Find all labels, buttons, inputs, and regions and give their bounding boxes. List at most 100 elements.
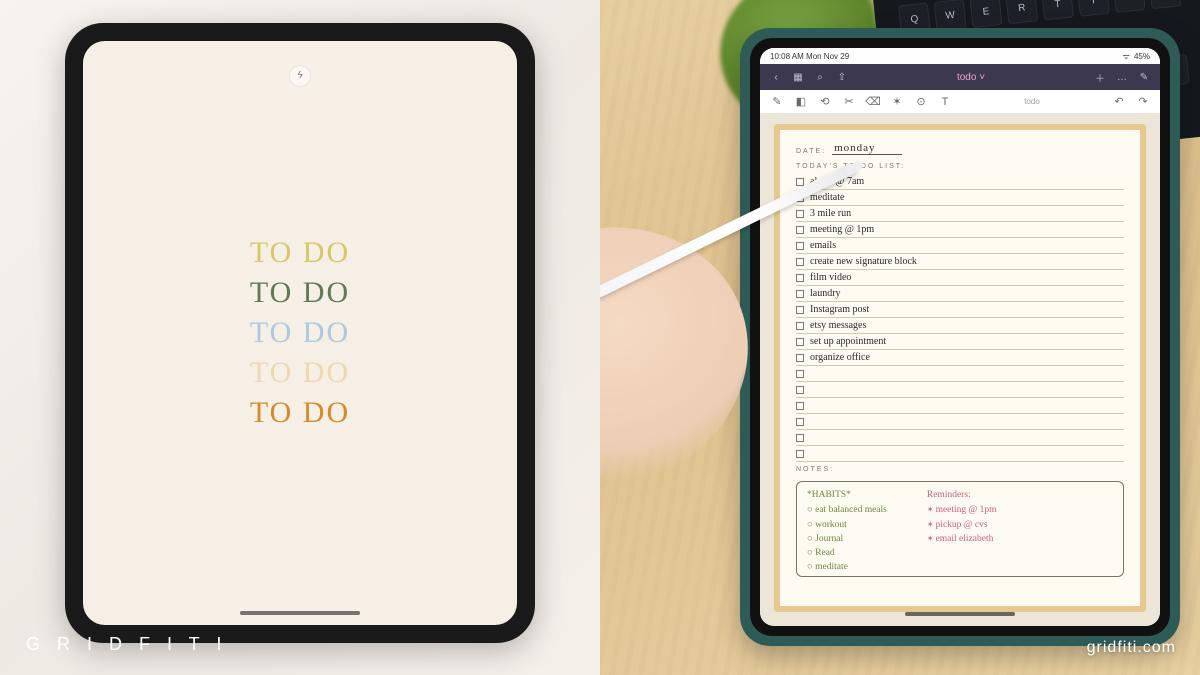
todo-cover-title: TO DO TO DO TO DO TO DO TO DO: [250, 236, 350, 430]
list-item[interactable]: laundry: [796, 286, 1124, 302]
checkbox-icon[interactable]: [796, 402, 804, 410]
reminder-item: meeting @ 1pm: [927, 503, 997, 517]
list-item[interactable]: meeting @ 1pm: [796, 222, 1124, 238]
key: T: [1041, 0, 1074, 21]
planner-page[interactable]: DATE: monday TODAY'S TO DO LIST: alarm @…: [774, 124, 1146, 612]
tab-label[interactable]: todo: [962, 97, 1102, 106]
habit-item: workout: [807, 518, 887, 532]
list-item[interactable]: [796, 398, 1124, 414]
item-text: etsy messages: [810, 321, 866, 331]
key: [1149, 0, 1182, 9]
list-item[interactable]: [796, 382, 1124, 398]
todo-line-5: TO DO: [250, 396, 350, 430]
checkbox-icon[interactable]: [796, 450, 804, 458]
list-item[interactable]: create new signature block: [796, 254, 1124, 270]
checkbox-icon[interactable]: [796, 290, 804, 298]
list-item[interactable]: set up appointment: [796, 334, 1124, 350]
back-icon[interactable]: ‹: [770, 71, 782, 83]
checkbox-icon[interactable]: [796, 274, 804, 282]
list-item[interactable]: [796, 430, 1124, 446]
search-icon[interactable]: ⌕: [814, 71, 826, 83]
ipad-bezel: 10:08 AM Mon Nov 29 ᯤ 45% ‹ ▦ ⌕ ⇧ todo ˅…: [750, 38, 1170, 636]
habit-item: eat balanced meals: [807, 503, 887, 517]
thumbnails-icon[interactable]: ▦: [792, 71, 804, 83]
document-title[interactable]: todo ˅: [858, 72, 1084, 83]
todo-line-3: TO DO: [250, 316, 350, 350]
checkbox-icon[interactable]: [796, 354, 804, 362]
ipad-right-screen: 10:08 AM Mon Nov 29 ᯤ 45% ‹ ▦ ⌕ ⇧ todo ˅…: [760, 48, 1160, 626]
home-indicator[interactable]: [905, 612, 1015, 616]
reminders-title: Reminders:: [927, 488, 997, 502]
key: [1113, 0, 1146, 13]
left-photo-panel: ϟ TO DO TO DO TO DO TO DO TO DO G R I D …: [0, 0, 600, 675]
redo-icon[interactable]: ↷: [1136, 95, 1150, 109]
item-text: meeting @ 1pm: [810, 225, 874, 235]
key: E: [970, 0, 1003, 28]
checkbox-icon[interactable]: [796, 178, 804, 186]
checkbox-icon[interactable]: [796, 434, 804, 442]
list-item[interactable]: Instagram post: [796, 302, 1124, 318]
add-page-icon[interactable]: ＋: [1094, 71, 1106, 83]
text-tool-icon[interactable]: T: [938, 95, 952, 109]
todo-line-4: TO DO: [250, 356, 350, 390]
checkbox-icon[interactable]: [796, 210, 804, 218]
shape-tool-icon[interactable]: ✂: [842, 95, 856, 109]
eraser-tool-icon[interactable]: ◧: [794, 95, 808, 109]
notes-box[interactable]: *HABITS* eat balanced meals workout Jour…: [796, 481, 1124, 577]
canvas-area[interactable]: DATE: monday TODAY'S TO DO LIST: alarm @…: [760, 114, 1160, 626]
notes-heading: NOTES:: [796, 466, 1124, 473]
list-item[interactable]: [796, 366, 1124, 382]
lasso-tool-icon[interactable]: ⌫: [866, 95, 880, 109]
more-icon[interactable]: …: [1116, 71, 1128, 83]
habits-title: *HABITS*: [807, 488, 887, 502]
home-indicator[interactable]: [240, 611, 360, 615]
checkbox-icon[interactable]: [796, 370, 804, 378]
checkbox-icon[interactable]: [796, 322, 804, 330]
right-photo-panel: Q W E R T Y A S D F G H 10:08 AM Mon Nov…: [600, 0, 1200, 675]
item-text: laundry: [810, 289, 841, 299]
list-item[interactable]: 3 mile run: [796, 206, 1124, 222]
habits-column: *HABITS* eat balanced meals workout Jour…: [807, 488, 887, 572]
habit-item: Read: [807, 546, 887, 560]
checkbox-icon[interactable]: [796, 226, 804, 234]
checkbox-icon[interactable]: [796, 386, 804, 394]
list-item[interactable]: etsy messages: [796, 318, 1124, 334]
date-value[interactable]: monday: [832, 142, 902, 155]
edit-mode-icon[interactable]: ✎: [1138, 71, 1150, 83]
habit-item: Journal: [807, 532, 887, 546]
battery-label: 45%: [1134, 52, 1150, 61]
list-item[interactable]: meditate: [796, 190, 1124, 206]
image-tool-icon[interactable]: ⊙: [914, 95, 928, 109]
list-item[interactable]: organize office: [796, 350, 1124, 366]
checkbox-icon[interactable]: [796, 258, 804, 266]
item-text: film video: [810, 273, 851, 283]
item-text: emails: [810, 241, 836, 251]
checkbox-icon[interactable]: [796, 338, 804, 346]
elements-tool-icon[interactable]: ✶: [890, 95, 904, 109]
reminders-column: Reminders: meeting @ 1pm pickup @ cvs em…: [927, 488, 997, 572]
ipad-device-right: 10:08 AM Mon Nov 29 ᯤ 45% ‹ ▦ ⌕ ⇧ todo ˅…: [740, 28, 1180, 646]
ipad-left-screen[interactable]: ϟ TO DO TO DO TO DO TO DO TO DO: [83, 41, 517, 625]
goodnotes-toolbar: ✎ ◧ ⟲ ✂ ⌫ ✶ ⊙ T todo ↶ ↷: [760, 90, 1160, 114]
list-item[interactable]: emails: [796, 238, 1124, 254]
todo-line-1: TO DO: [250, 236, 350, 270]
ipad-device-left: ϟ TO DO TO DO TO DO TO DO TO DO: [65, 23, 535, 643]
ios-status-bar: 10:08 AM Mon Nov 29 ᯤ 45%: [760, 48, 1160, 64]
highlighter-tool-icon[interactable]: ⟲: [818, 95, 832, 109]
list-item[interactable]: film video: [796, 270, 1124, 286]
item-text: set up appointment: [810, 337, 886, 347]
checkbox-icon[interactable]: [796, 418, 804, 426]
pen-tool-icon[interactable]: ✎: [770, 95, 784, 109]
undo-icon[interactable]: ↶: [1112, 95, 1126, 109]
date-row: DATE: monday: [796, 142, 1124, 155]
checkbox-icon[interactable]: [796, 306, 804, 314]
reminder-item: email elizabeth: [927, 532, 997, 546]
share-icon[interactable]: ⇧: [836, 71, 848, 83]
item-text: meditate: [810, 193, 844, 203]
reminder-item: pickup @ cvs: [927, 518, 997, 532]
goodnotes-app-bar: ‹ ▦ ⌕ ⇧ todo ˅ ＋ … ✎: [760, 64, 1160, 90]
watermark-right: gridfiti.com: [1087, 639, 1176, 657]
checkbox-icon[interactable]: [796, 242, 804, 250]
list-item[interactable]: [796, 414, 1124, 430]
list-item[interactable]: [796, 446, 1124, 462]
